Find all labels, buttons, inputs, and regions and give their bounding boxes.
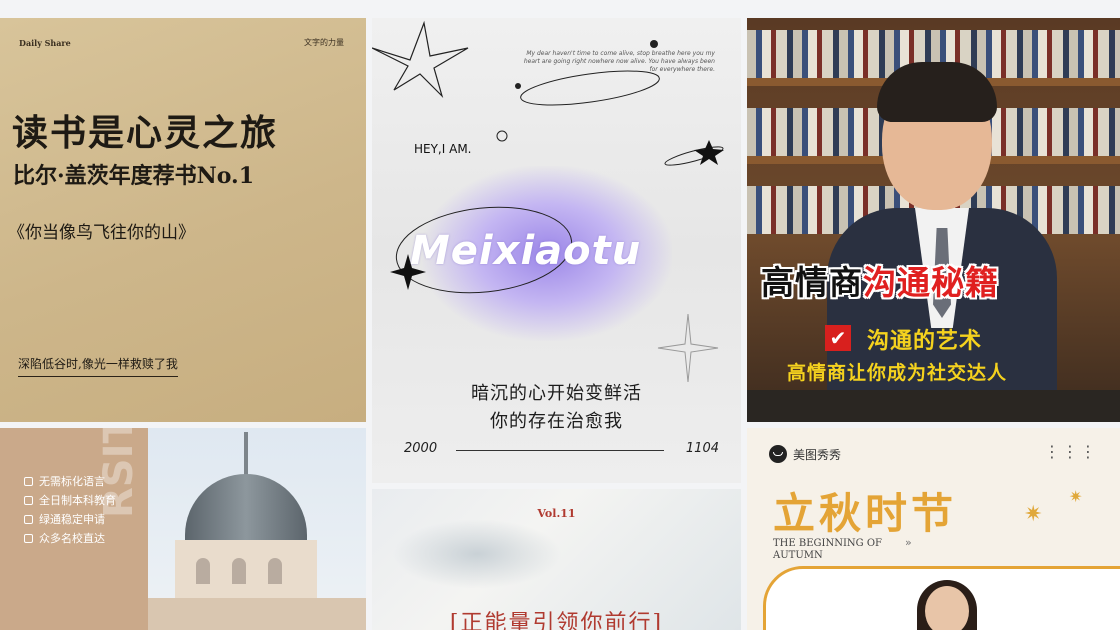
autumn-english-line-1: THE BEGINNING OF (773, 538, 882, 549)
thin-sparkle-icon (657, 313, 719, 383)
outline-star-icon (372, 20, 469, 99)
building-base (148, 598, 366, 630)
window-shape (232, 558, 246, 584)
year-start: 2000 (404, 441, 438, 456)
feature-list: 无需标化语言 全日制本科教育 绿通稳定申请 众多名校直达 (24, 472, 116, 548)
face-shape (925, 586, 969, 630)
eq-subtitle: 沟通的艺术 (867, 329, 983, 354)
template-card-autumn[interactable]: 美图秀秀 ⋮⋮⋮ 立秋时节 ✷ ✷ THE BEGINNING OF AUTUM… (747, 428, 1120, 630)
feature-item: 绿通稳定申请 (24, 510, 116, 529)
template-card-vol[interactable]: Vol.11 [正能量引领你前行] (372, 489, 741, 630)
dome-shape (185, 474, 307, 544)
more-options-icon[interactable]: ⋮⋮⋮ (1044, 442, 1098, 461)
feature-label: 众多名校直达 (39, 532, 105, 545)
window-shape (196, 558, 210, 584)
meitu-logo-icon (769, 445, 787, 463)
bullet-icon (24, 515, 33, 524)
hair-shape (877, 62, 997, 122)
card-tag-left: Daily Share (19, 38, 71, 48)
template-card-reading[interactable]: Daily Share 文字的力量 读书是心灵之旅 比尔·盖茨年度荐书No.1 … (0, 18, 366, 422)
vol-slogan: [正能量引领你前行] (449, 611, 664, 630)
poem-small-text: My dear haven't time to come alive, stop… (523, 50, 715, 73)
card-book-title: 《你当像鸟飞往你的山》 (8, 223, 195, 243)
window-shape (268, 558, 282, 584)
black-star-icon (694, 140, 724, 165)
card-subline: 比尔·盖茨年度荐书No.1 (13, 163, 255, 189)
template-card-meixiaotu[interactable]: My dear haven't time to come alive, stop… (372, 18, 741, 483)
feature-item: 众多名校直达 (24, 529, 116, 548)
desk-shape (747, 390, 1120, 422)
template-card-education[interactable]: RSITY 无需标化语言 全日制本科教育 绿通稳定申请 众多名校直达 (0, 428, 366, 630)
eq-title-red: 沟通秘籍 (863, 263, 999, 302)
double-chevron-icon: » (905, 536, 912, 549)
card-headline: 读书是心灵之旅 (12, 112, 279, 154)
check-icon: ✔ (825, 325, 851, 351)
poem-line-2: 你的存在治愈我 (490, 411, 623, 432)
bullet-icon (24, 496, 33, 505)
feature-label: 全日制本科教育 (39, 494, 116, 507)
small-circle (496, 130, 508, 142)
maple-leaf-icon: ✷ (1024, 502, 1043, 527)
card-tag-right: 文字的力量 (304, 38, 344, 47)
template-card-eq[interactable]: 高情商沟通秘籍 ✔ 沟通的艺术 高情商让你成为社交达人 (747, 18, 1120, 422)
feature-label: 无需标化语言 (39, 475, 105, 488)
brand-name: 美图秀秀 (793, 448, 842, 462)
orbit-dot (650, 40, 658, 48)
bullet-icon (24, 534, 33, 543)
eq-description: 高情商让你成为社交达人 (787, 362, 1008, 384)
eq-title: 高情商沟通秘籍 (761, 256, 999, 304)
leaf-shadow (392, 519, 562, 589)
autumn-title: 立秋时节 (773, 489, 958, 538)
feature-item: 全日制本科教育 (24, 491, 116, 510)
feature-item: 无需标化语言 (24, 472, 116, 491)
spire-shape (244, 432, 248, 476)
bullet-icon (24, 477, 33, 486)
year-end: 1104 (685, 441, 719, 456)
brand-wordmark: Meixiaotu (410, 228, 642, 274)
poem-line-1: 暗沉的心开始变鲜活 (471, 383, 642, 404)
maple-leaf-icon: ✷ (1069, 487, 1083, 506)
orbit-dot (515, 83, 521, 89)
small-orbit (664, 146, 724, 166)
feature-label: 绿通稳定申请 (39, 513, 105, 526)
volume-label: Vol.11 (537, 507, 576, 520)
autumn-english-line-2: AUTUMN (773, 550, 823, 561)
year-divider (456, 450, 664, 451)
card-footer-quote: 深陷低谷时,像光一样救赎了我 (18, 355, 178, 377)
eq-title-black: 高情商 (761, 263, 863, 302)
greeting-text: HEY,I AM. (414, 142, 472, 156)
